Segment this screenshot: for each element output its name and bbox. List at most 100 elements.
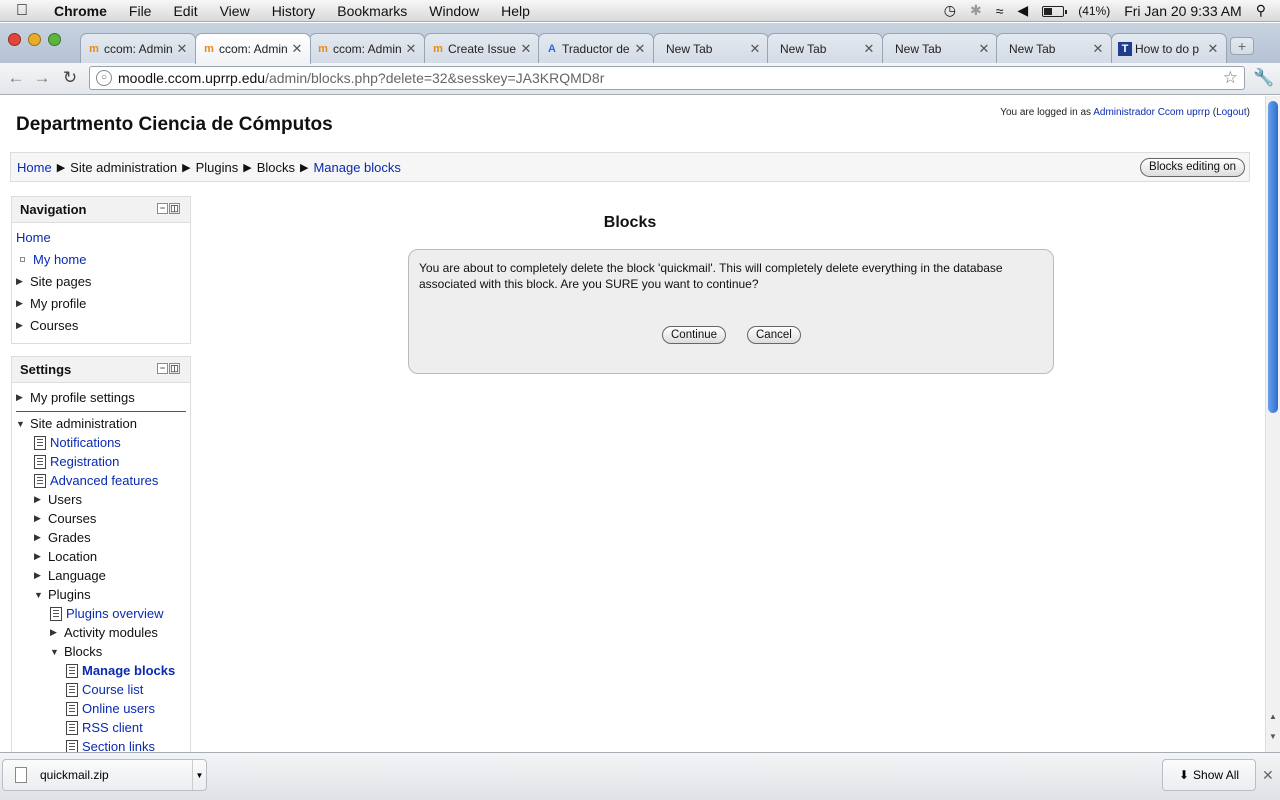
wrench-menu-icon[interactable]: 🔧: [1253, 68, 1274, 88]
spotlight-search-icon[interactable]: ⚲: [1256, 2, 1266, 19]
browser-tab[interactable]: New Tab ✕: [767, 33, 883, 63]
admin-notifications-link[interactable]: Notifications: [50, 435, 121, 450]
logout-link[interactable]: Logout: [1216, 107, 1247, 118]
admin-users[interactable]: ▶ Users: [34, 492, 82, 507]
browser-tab[interactable]: New Tab ✕: [653, 33, 769, 63]
blocks-editing-on-button[interactable]: Blocks editing on: [1140, 158, 1245, 177]
browser-tab[interactable]: m ccom: Admin ✕: [80, 33, 196, 63]
admin-plugins[interactable]: ▼ Plugins: [34, 587, 91, 602]
menu-history[interactable]: History: [261, 3, 327, 19]
forward-icon[interactable]: →: [32, 68, 52, 88]
nav-home-link[interactable]: Home: [16, 230, 51, 245]
address-bar[interactable]: ○ moodle.ccom.uprrp.edu/admin/blocks.php…: [89, 66, 1245, 90]
scroll-down-icon[interactable]: ▼: [1268, 732, 1278, 741]
breadcrumb: Home ▶ Site administration ▶ Plugins ▶ B…: [10, 152, 1250, 182]
admin-grades[interactable]: ▶ Grades: [34, 530, 91, 545]
cancel-button[interactable]: Cancel: [747, 326, 801, 344]
blocks-course-list-link[interactable]: Course list: [82, 682, 143, 697]
back-icon[interactable]: ←: [6, 68, 26, 88]
close-tab-icon[interactable]: ✕: [404, 41, 418, 57]
url-host: moodle.ccom.uprrp.edu: [118, 70, 266, 86]
nav-my-home-link[interactable]: My home: [33, 252, 86, 267]
close-window-icon[interactable]: [8, 33, 21, 46]
mac-menu-bar:  Chrome File Edit View History Bookmark…: [0, 0, 1280, 22]
settings-block: Settings − ◫ ▶ My profile settings ▼ Site a…: [11, 356, 191, 752]
blocks-rss-client-link[interactable]: RSS client: [82, 720, 143, 735]
menu-edit[interactable]: Edit: [162, 3, 208, 19]
admin-location[interactable]: ▶ Location: [34, 549, 97, 564]
menu-file[interactable]: File: [118, 3, 163, 19]
plugins-activity-modules[interactable]: ▶ Activity modules: [50, 625, 158, 640]
breadcrumb-home[interactable]: Home: [17, 160, 52, 175]
menu-help[interactable]: Help: [490, 3, 541, 19]
bookmark-star-icon[interactable]: ☆: [1223, 68, 1238, 88]
zoom-window-icon[interactable]: [48, 33, 61, 46]
scrollbar-thumb[interactable]: [1268, 101, 1278, 413]
reload-icon[interactable]: ↻: [60, 68, 80, 88]
close-tab-icon[interactable]: ✕: [748, 41, 762, 57]
dock-icon[interactable]: ◫: [169, 203, 180, 214]
menu-view[interactable]: View: [209, 3, 261, 19]
browser-tab[interactable]: New Tab ✕: [882, 33, 998, 63]
close-tab-icon[interactable]: ✕: [175, 41, 189, 57]
plugins-overview-link[interactable]: Plugins overview: [66, 606, 164, 621]
moodle-icon: m: [204, 43, 214, 55]
browser-tab[interactable]: m ccom: Admin ✕: [309, 33, 425, 63]
apple-menu-icon[interactable]: : [0, 2, 44, 20]
time-machine-icon[interactable]: ◷: [944, 2, 956, 19]
logged-user-link[interactable]: Administrador Ccom uprrp: [1093, 107, 1210, 118]
blocks-manage-blocks-link[interactable]: Manage blocks: [82, 663, 175, 678]
blocks-section-links-link[interactable]: Section links: [82, 739, 155, 752]
close-tab-icon[interactable]: ✕: [633, 41, 647, 57]
collapse-icon[interactable]: −: [157, 363, 168, 374]
collapse-icon[interactable]: −: [157, 203, 168, 214]
bluetooth-icon[interactable]: ✱: [970, 2, 982, 19]
close-shelf-icon[interactable]: ✕: [1262, 767, 1274, 784]
plugins-blocks[interactable]: ▼ Blocks: [50, 644, 102, 659]
browser-tab[interactable]: m ccom: Admin ✕: [195, 33, 311, 64]
bullet-icon: [20, 257, 25, 262]
menu-clock[interactable]: Fri Jan 20 9:33 AM: [1124, 3, 1242, 19]
browser-tab[interactable]: T How to do p ✕: [1111, 33, 1227, 63]
menu-app-name[interactable]: Chrome: [44, 3, 118, 19]
admin-courses[interactable]: ▶ Courses: [34, 511, 96, 526]
close-tab-icon[interactable]: ✕: [1091, 41, 1105, 57]
browser-tab[interactable]: m Create Issue ✕: [424, 33, 540, 63]
file-icon: [15, 767, 27, 783]
dock-icon[interactable]: ◫: [169, 363, 180, 374]
close-tab-icon[interactable]: ✕: [290, 41, 304, 57]
nav-my-profile[interactable]: ▶ My profile: [16, 296, 86, 311]
scroll-up-icon[interactable]: ▲: [1268, 712, 1278, 721]
minimize-window-icon[interactable]: [28, 33, 41, 46]
show-all-downloads-button[interactable]: ⬇ Show All: [1162, 759, 1256, 791]
menu-window[interactable]: Window: [418, 3, 490, 19]
continue-button[interactable]: Continue: [662, 326, 727, 344]
close-tab-icon[interactable]: ✕: [1206, 41, 1220, 57]
admin-registration-link[interactable]: Registration: [50, 454, 119, 469]
menu-bookmarks[interactable]: Bookmarks: [326, 3, 418, 19]
settings-my-profile[interactable]: ▶ My profile settings: [16, 390, 135, 405]
download-item[interactable]: quickmail.zip ▼: [2, 759, 207, 791]
browser-tab[interactable]: A Traductor de ✕: [538, 33, 654, 63]
close-tab-icon[interactable]: ✕: [977, 41, 991, 57]
nav-site-pages[interactable]: ▶ Site pages: [16, 274, 91, 289]
page-scrollbar[interactable]: ▲ ▼: [1265, 96, 1280, 752]
new-tab-button[interactable]: +: [1230, 37, 1254, 55]
admin-advanced-features-link[interactable]: Advanced features: [50, 473, 158, 488]
browser-tab[interactable]: New Tab ✕: [996, 33, 1112, 63]
close-tab-icon[interactable]: ✕: [862, 41, 876, 57]
volume-icon[interactable]: ◀: [1017, 2, 1028, 19]
browser-toolbar: ← → ↻ ○ moodle.ccom.uprrp.edu/admin/bloc…: [0, 63, 1280, 95]
wifi-icon[interactable]: ≈: [996, 3, 1004, 19]
page-icon: [66, 663, 78, 678]
blocks-online-users-link[interactable]: Online users: [82, 701, 155, 716]
admin-language[interactable]: ▶ Language: [34, 568, 106, 583]
nav-courses[interactable]: ▶ Courses: [16, 318, 78, 333]
download-menu-arrow-icon[interactable]: ▼: [192, 760, 206, 790]
battery-icon[interactable]: [1042, 3, 1068, 19]
breadcrumb-manage-blocks[interactable]: Manage blocks: [313, 160, 400, 175]
close-tab-icon[interactable]: ✕: [519, 41, 533, 57]
tab-title: Traductor de: [562, 41, 630, 56]
download-shelf: quickmail.zip ▼ ⬇ Show All ✕: [0, 752, 1280, 800]
settings-site-admin[interactable]: ▼ Site administration: [16, 416, 137, 431]
